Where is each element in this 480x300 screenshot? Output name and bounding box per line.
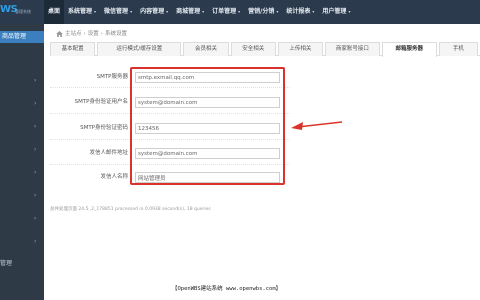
logo[interactable]: WS 管理系统: [0, 0, 50, 24]
chevron-right-icon[interactable]: ›: [34, 215, 36, 222]
chevron-down-icon: ▾: [94, 9, 97, 14]
nav-label: 系统管理: [68, 8, 93, 15]
watermark: 【OpenWBS建站系统 www.openwbs.com】: [172, 286, 282, 292]
breadcrumb: 主站点 › 设置 › 系统设置: [56, 29, 127, 39]
nav-wechat[interactable]: 微信管理 ▾: [100, 0, 136, 24]
logo-subtitle: 管理系统: [15, 9, 31, 14]
smtp-server-label: SMTP服务器: [96, 74, 128, 80]
nav-label: 桌面: [48, 8, 61, 15]
sender-email-label: 发信人邮件地址: [89, 150, 128, 156]
tab-security[interactable]: 安全相关: [230, 42, 276, 56]
nav-system[interactable]: 系统管理 ▾: [64, 0, 100, 24]
breadcrumb-system-settings: 系统设置: [104, 31, 127, 37]
chevron-right-icon[interactable]: ›: [34, 77, 36, 84]
nav-label: 商城管理: [176, 8, 201, 15]
smtp-user-label: SMTP身份验证用户名: [74, 99, 128, 105]
nav-shop[interactable]: 商城管理 ▾: [172, 0, 208, 24]
tab-run-mode[interactable]: 运行模式/缓存设置: [97, 42, 182, 56]
tab-basic[interactable]: 基本配置: [50, 42, 96, 56]
chevron-down-icon: ▾: [312, 9, 315, 14]
chevron-right-icon[interactable]: ›: [34, 123, 36, 130]
debug-footer: 总共处理页面 24.5 ,2_178851 processed in 0.093…: [50, 207, 211, 212]
arrow-left-icon: [291, 121, 342, 130]
breadcrumb-settings[interactable]: 设置: [88, 29, 99, 39]
sidebar: 商品管理 › › › › › › › › 管理: [0, 24, 44, 300]
breadcrumb-home[interactable]: 主站点: [65, 29, 82, 39]
nav-content[interactable]: 内容管理 ▾: [136, 0, 172, 24]
nav-label: 用户管理: [322, 8, 347, 15]
sidebar-item-goods[interactable]: 商品管理: [0, 31, 44, 43]
chevron-down-icon: ▾: [348, 9, 351, 14]
nav-label: 营销/分销: [248, 8, 275, 15]
chevron-right-icon[interactable]: ›: [34, 192, 36, 199]
chevron-down-icon: ▾: [166, 9, 169, 14]
sidebar-item-label: 商品管理: [2, 33, 27, 40]
chevron-right-icon[interactable]: ›: [34, 169, 36, 176]
chevron-down-icon: ▾: [238, 9, 241, 14]
tab-mail-server[interactable]: 邮箱服务器: [381, 42, 437, 57]
chevron-right-icon[interactable]: ›: [34, 146, 36, 153]
sender-name-label: 发信人名称: [100, 174, 128, 180]
nav-users[interactable]: 用户管理 ▾: [318, 0, 354, 24]
settings-tabs: 基本配置 运行模式/缓存设置 会员相关 安全相关 上传相关 商家账号接口 邮箱服…: [50, 42, 480, 57]
tab-merchant-api[interactable]: 商家账号接口: [324, 42, 380, 56]
sidebar-item-manage[interactable]: 管理: [0, 258, 12, 267]
nav-desktop[interactable]: 桌面: [44, 0, 65, 24]
nav-label: 微信管理: [104, 8, 129, 15]
highlight-frame: [130, 67, 285, 185]
nav-marketing[interactable]: 营销/分销 ▾: [244, 0, 282, 24]
nav-label: 内容管理: [140, 8, 165, 15]
chevron-down-icon: ▾: [130, 9, 133, 14]
nav-orders[interactable]: 订单管理 ▾: [208, 0, 244, 24]
top-navigation: 桌面 系统管理 ▾ 微信管理 ▾ 内容管理 ▾ 商城管理 ▾ 订单管理 ▾ 营销…: [44, 0, 354, 24]
nav-label: 订单管理: [212, 8, 237, 15]
tab-member[interactable]: 会员相关: [183, 42, 229, 56]
tab-mobile[interactable]: 手机: [438, 42, 479, 56]
chevron-right-icon[interactable]: ›: [34, 238, 36, 245]
smtp-password-label: SMTP身份验证密码: [80, 125, 128, 131]
breadcrumb-separator: ›: [83, 31, 86, 37]
chevron-down-icon: ▾: [276, 9, 279, 14]
chevron-right-icon[interactable]: ›: [34, 100, 36, 107]
nav-reports[interactable]: 统计报表 ▾: [282, 0, 318, 24]
nav-label: 统计报表: [286, 8, 311, 15]
tab-upload[interactable]: 上传相关: [277, 42, 323, 56]
top-header: WS 管理系统 桌面 系统管理 ▾ 微信管理 ▾ 内容管理 ▾ 商城管理 ▾ 订…: [0, 0, 480, 24]
breadcrumb-separator: ›: [100, 31, 103, 37]
home-icon: [56, 31, 63, 37]
chevron-down-icon: ▾: [202, 9, 205, 14]
